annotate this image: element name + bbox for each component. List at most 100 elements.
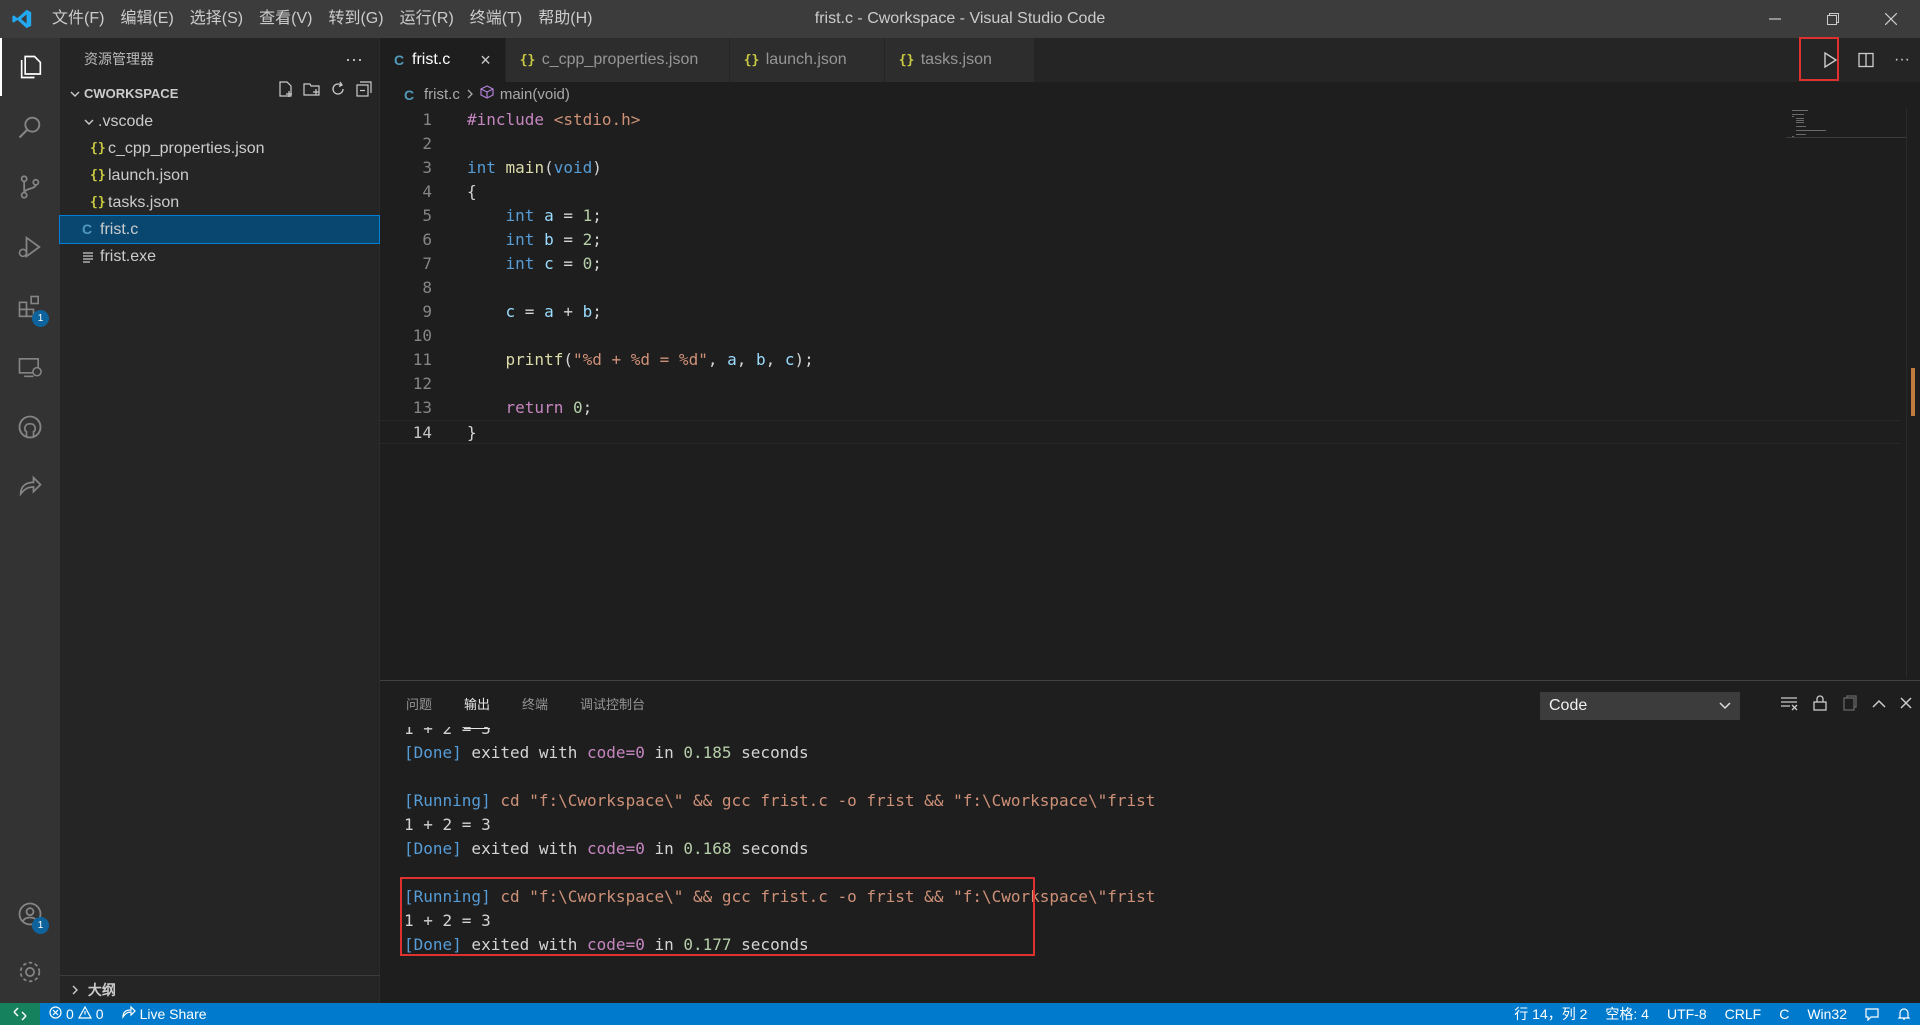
token: 0 <box>572 398 583 417</box>
line-number: 4 <box>422 182 432 201</box>
more-editor-actions-icon[interactable]: ··· <box>1884 38 1920 82</box>
breadcrumb-symbol[interactable]: main(void) <box>500 82 570 108</box>
code-text: int c = 0; <box>432 252 602 276</box>
new-folder-icon[interactable] <box>303 80 321 108</box>
menu-edit[interactable]: 编辑(E) <box>112 0 181 38</box>
menu-terminal[interactable]: 终端(T) <box>462 0 530 38</box>
scroll-marker <box>1911 368 1915 416</box>
cursor-position[interactable]: 行 14，列 2 <box>1505 1003 1596 1025</box>
line-number: 12 <box>412 374 432 393</box>
encoding[interactable]: UTF-8 <box>1658 1003 1716 1025</box>
problems-indicator[interactable]: 0 0 <box>40 1003 113 1025</box>
restore-button[interactable] <box>1804 0 1862 38</box>
code-text: printf("%d + %d = %d", a, b, c); <box>432 348 814 372</box>
source-control-icon[interactable] <box>0 158 60 216</box>
split-editor-icon[interactable] <box>1848 38 1884 82</box>
workspace-section-header[interactable]: CWORKSPACE <box>60 80 379 108</box>
indentation[interactable]: 空格: 4 <box>1596 1003 1658 1025</box>
json-file-icon: {} <box>519 52 536 68</box>
tree-file-frist-exe[interactable]: frist.exe <box>60 243 379 270</box>
output-text: seconds <box>731 743 809 762</box>
menu-selection[interactable]: 选择(S) <box>182 0 251 38</box>
output-text: seconds <box>731 839 809 858</box>
tab-c-cpp-properties[interactable]: {} c_cpp_properties.json <box>505 38 730 82</box>
menu-go[interactable]: 转到(G) <box>320 0 391 38</box>
platform[interactable]: Win32 <box>1798 1003 1856 1025</box>
menu-view[interactable]: 查看(V) <box>251 0 320 38</box>
remote-indicator[interactable] <box>0 1003 40 1025</box>
json-file-icon: {} <box>743 52 760 68</box>
json-file-icon: {} <box>898 52 915 68</box>
editor-scrollbar[interactable] <box>1906 108 1920 678</box>
explorer-icon[interactable] <box>0 38 60 96</box>
output-text: code=0 <box>587 743 645 762</box>
close-panel-icon[interactable] <box>1900 696 1912 714</box>
output-line: [Running] cd "f:\Cworkspace\" && gcc fri… <box>404 789 1904 813</box>
remote-explorer-icon[interactable] <box>0 338 60 396</box>
outline-section-header[interactable]: 大纲 <box>60 975 380 1003</box>
close-window-button[interactable] <box>1862 0 1920 38</box>
tab-debug-console[interactable]: 调试控制台 <box>580 681 645 729</box>
output-tag: [Running] <box>404 791 491 810</box>
menu-run[interactable]: 运行(R) <box>392 0 462 38</box>
menu-help[interactable]: 帮助(H) <box>530 0 600 38</box>
status-bar: 0 0 Live Share 行 14，列 2 空格: 4 UTF-8 CRLF… <box>0 1003 1920 1025</box>
token: int <box>467 254 535 273</box>
explorer-title-text: 资源管理器 <box>84 51 154 67</box>
refresh-icon[interactable] <box>329 80 347 108</box>
extensions-icon[interactable]: 1 <box>0 278 60 336</box>
tab-output[interactable]: 输出 <box>464 681 491 729</box>
end-of-line[interactable]: CRLF <box>1716 1003 1771 1025</box>
output-line: [Done] exited with code=0 in 0.168 secon… <box>404 837 1904 861</box>
minimap[interactable] <box>1786 108 1906 158</box>
github-icon[interactable] <box>0 398 60 456</box>
lock-scroll-icon[interactable] <box>1812 694 1828 716</box>
code-editor[interactable]: 1 #include <stdio.h> 2 3 int main(void) 4{… <box>380 108 1900 444</box>
feedback-icon[interactable] <box>1856 1003 1888 1025</box>
menu-bar: 文件(F) 编辑(E) 选择(S) 查看(V) 转到(G) 运行(R) 终端(T… <box>44 0 600 38</box>
notifications-bell-icon[interactable] <box>1888 1003 1920 1025</box>
window-controls <box>1746 0 1920 38</box>
output-channel-select[interactable]: Code <box>1540 692 1740 720</box>
token: void <box>553 158 593 177</box>
tab-label: frist.c <box>412 51 451 68</box>
code-line: 8 <box>380 276 1900 300</box>
run-debug-icon[interactable] <box>0 218 60 276</box>
tab-launch[interactable]: {} launch.json <box>729 38 885 82</box>
menu-file[interactable]: 文件(F) <box>44 0 112 38</box>
tab-tasks[interactable]: {} tasks.json <box>884 38 1035 82</box>
clear-output-icon[interactable] <box>1780 695 1798 716</box>
accounts-icon[interactable]: 1 <box>0 885 60 943</box>
tree-file-launch[interactable]: {} launch.json <box>60 162 379 189</box>
output-text: code=0 <box>587 839 645 858</box>
collapse-all-icon[interactable] <box>355 80 373 108</box>
c-file-icon: C <box>394 52 405 68</box>
search-icon[interactable] <box>0 98 60 156</box>
tree-file-tasks[interactable]: {} tasks.json <box>60 189 379 216</box>
json-file-icon: {} <box>90 141 106 156</box>
more-actions-icon[interactable]: ··· <box>345 38 363 80</box>
live-share-icon[interactable] <box>0 458 60 516</box>
minimize-button[interactable] <box>1746 0 1804 38</box>
maximize-panel-icon[interactable] <box>1872 696 1886 714</box>
code-text: #include <stdio.h> <box>432 108 640 132</box>
language-mode[interactable]: C <box>1770 1003 1798 1025</box>
tab-terminal[interactable]: 终端 <box>522 681 548 729</box>
token: ) <box>592 158 602 177</box>
vscode-logo-icon <box>0 0 44 38</box>
token: ); <box>794 350 814 369</box>
open-in-editor-icon[interactable] <box>1842 694 1858 716</box>
live-share-status[interactable]: Live Share <box>113 1003 216 1025</box>
new-file-icon[interactable] <box>277 80 295 108</box>
tree-file-frist-c[interactable]: C frist.c <box>59 215 380 244</box>
tree-folder-vscode[interactable]: .vscode <box>60 108 379 135</box>
folder-label: .vscode <box>98 113 154 130</box>
breadcrumb-file[interactable]: frist.c <box>424 82 460 108</box>
tree-file-c-cpp-properties[interactable]: {} c_cpp_properties.json <box>60 135 379 162</box>
tab-problems[interactable]: 问题 <box>406 681 432 729</box>
settings-gear-icon[interactable] <box>0 943 60 1001</box>
tab-frist-c[interactable]: C frist.c × <box>380 38 506 82</box>
close-tab-icon[interactable]: × <box>480 50 491 71</box>
line-number: 14 <box>412 423 432 442</box>
